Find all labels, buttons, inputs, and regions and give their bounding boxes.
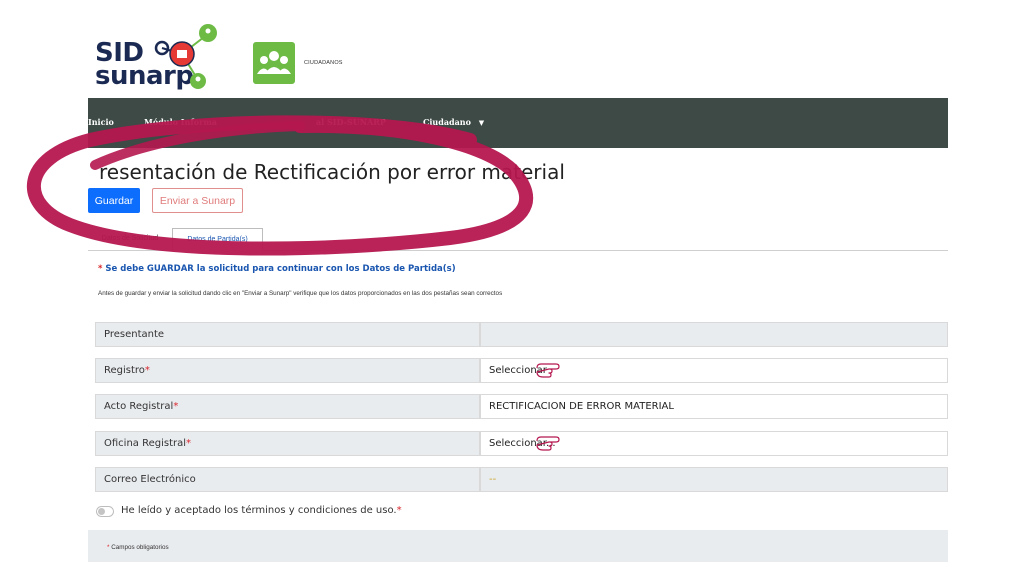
- nav-item-ciudadano-label: Ciudadano: [423, 117, 471, 127]
- registro-row: Registro* Seleccionar: [95, 358, 948, 383]
- acto-registral-field[interactable]: RECTIFICACION DE ERROR MATERIAL: [480, 394, 948, 419]
- caret-down-icon: ▼: [478, 118, 485, 127]
- main-navbar: Inicio Módulo Informa al SID-SUNARP Ciud…: [88, 98, 948, 148]
- network-nodes-icon: [154, 24, 217, 89]
- citizens-logo-icon: [253, 42, 295, 84]
- send-to-sunarp-button[interactable]: Enviar a Sunarp: [152, 188, 243, 213]
- required-mark: *: [144, 365, 150, 376]
- acto-registral-row: Acto Registral* RECTIFICACION DE ERROR M…: [95, 394, 948, 419]
- required-fields-note: * Campos obligatorios: [107, 544, 169, 551]
- nav-item-ciudadano[interactable]: Ciudadano ▼: [423, 117, 484, 127]
- registro-label: Registro*: [95, 358, 480, 383]
- verification-note: Antes de guardar y enviar la solicitud d…: [98, 290, 503, 297]
- oficina-registral-label: Oficina Registral*: [95, 431, 480, 456]
- save-warning: * Se debe GUARDAR la solicitud para cont…: [98, 264, 456, 274]
- pointing-hand-icon: [536, 363, 560, 378]
- terms-toggle[interactable]: [96, 506, 114, 517]
- correo-row: Correo Electrónico --: [95, 467, 948, 492]
- page-title: resentación de Rectificación por error m…: [99, 160, 565, 184]
- terms-text: He leído y aceptado los términos y condi…: [121, 505, 397, 516]
- tab-datos-partida[interactable]: Datos de Partida(s): [172, 228, 263, 251]
- sid-sunarp-logo: SID sunarp CIUDADANOS: [95, 20, 395, 95]
- correo-value: --: [489, 474, 497, 485]
- correo-label: Correo Electrónico: [95, 467, 480, 492]
- required-mark: *: [107, 544, 110, 551]
- citizens-label: CIUDADANOS: [304, 60, 343, 66]
- pointing-hand-icon: [536, 436, 560, 451]
- nav-item-inicio[interactable]: Inicio: [88, 117, 114, 127]
- required-mark: *: [186, 438, 192, 449]
- required-fields-bar: [88, 530, 948, 562]
- registro-label-text: Registro: [104, 365, 145, 376]
- required-fields-text: Campos obligatorios: [111, 544, 169, 551]
- presentante-field[interactable]: [480, 322, 948, 347]
- save-button[interactable]: Guardar: [88, 188, 140, 213]
- required-mark: *: [396, 505, 402, 516]
- tab-datos-solicitud[interactable]: Datos de Solicitud: [88, 228, 172, 250]
- terms-label: He leído y aceptado los términos y condi…: [121, 505, 402, 516]
- toggle-knob: [98, 508, 105, 515]
- required-mark: *: [173, 401, 179, 412]
- correo-field[interactable]: --: [480, 467, 948, 492]
- warning-star: *: [98, 264, 103, 274]
- nav-item-modulo[interactable]: Módulo Informa: [144, 117, 217, 127]
- acto-registral-label-text: Acto Registral: [104, 401, 174, 412]
- oficina-registral-label-text: Oficina Registral: [104, 438, 187, 449]
- oficina-registral-row: Oficina Registral* Seleccionar...: [95, 431, 948, 456]
- acto-registral-label: Acto Registral*: [95, 394, 480, 419]
- warning-text: Se debe GUARDAR la solicitud para contin…: [105, 264, 456, 274]
- presentante-label: Presentante: [95, 322, 480, 347]
- presentante-row: Presentante: [95, 322, 948, 347]
- nav-item-sid-sunarp[interactable]: al SID-SUNARP: [316, 117, 386, 127]
